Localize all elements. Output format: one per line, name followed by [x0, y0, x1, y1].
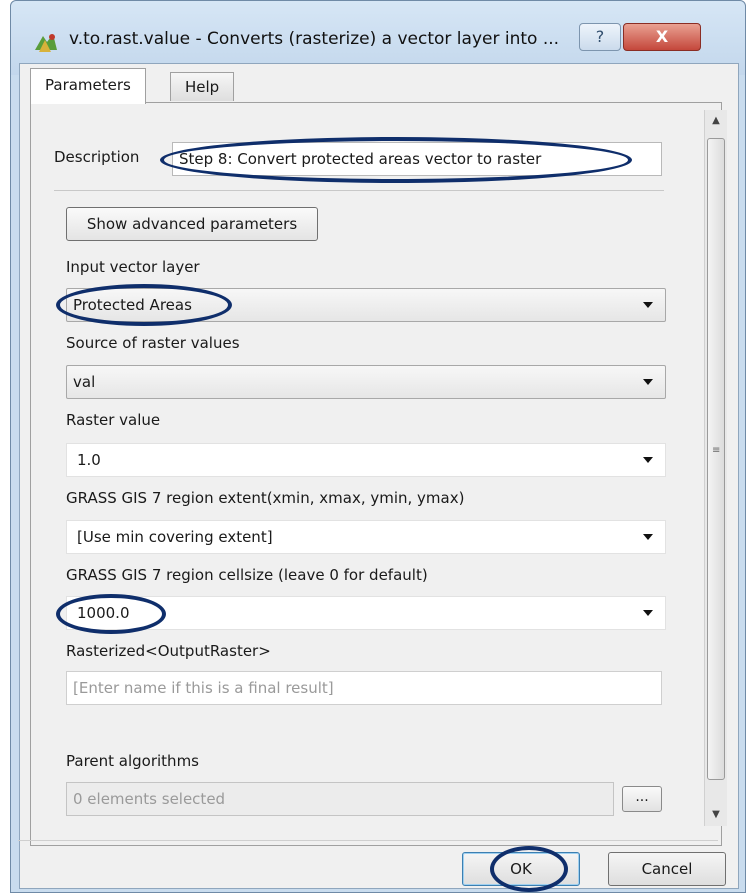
- raster-value: 1.0: [77, 451, 101, 469]
- close-icon[interactable]: X: [623, 23, 701, 51]
- parent-algorithms-browse-button[interactable]: ...: [622, 786, 662, 812]
- window-title: v.to.rast.value - Converts (rasterize) a…: [69, 29, 560, 49]
- dropdown-arrow-icon: [643, 457, 653, 463]
- vertical-scrollbar[interactable]: ▲ ≡ ▼: [704, 110, 727, 826]
- source-label: Source of raster values: [66, 334, 240, 352]
- tab-help[interactable]: Help: [170, 72, 235, 101]
- cellsize-input[interactable]: 1000.0: [66, 596, 666, 630]
- ok-button[interactable]: OK: [462, 852, 580, 886]
- scroll-up-icon[interactable]: ▲: [705, 110, 727, 132]
- cellsize-value: 1000.0: [77, 604, 130, 622]
- input-vector-select[interactable]: Protected Areas: [66, 288, 666, 322]
- output-raster-input[interactable]: [Enter name if this is a final result]: [66, 671, 662, 705]
- dropdown-arrow-icon: [643, 610, 653, 616]
- output-label: Rasterized<OutputRaster>: [66, 642, 271, 660]
- cancel-button[interactable]: Cancel: [608, 852, 726, 886]
- description-input[interactable]: Step 8: Convert protected areas vector t…: [172, 142, 662, 176]
- dropdown-arrow-icon: [643, 534, 653, 540]
- raster-value-input[interactable]: 1.0: [66, 443, 666, 477]
- input-vector-label: Input vector layer: [66, 258, 200, 276]
- scroll-thumb[interactable]: ≡: [707, 138, 725, 780]
- grip-icon: ≡: [712, 445, 721, 456]
- raster-value-label: Raster value: [66, 411, 161, 429]
- region-extent-value: [Use min covering extent]: [77, 528, 273, 546]
- dropdown-arrow-icon: [643, 302, 653, 308]
- scroll-down-icon[interactable]: ▼: [705, 804, 727, 826]
- parent-algorithms-label: Parent algorithms: [66, 752, 199, 770]
- show-advanced-button[interactable]: Show advanced parameters: [66, 207, 318, 241]
- divider: [18, 840, 718, 841]
- divider: [54, 190, 664, 191]
- tab-parameters[interactable]: Parameters: [30, 68, 146, 104]
- source-select[interactable]: val: [66, 365, 666, 399]
- region-extent-input[interactable]: [Use min covering extent]: [66, 520, 666, 554]
- source-value: val: [73, 373, 96, 391]
- input-vector-value: Protected Areas: [73, 296, 192, 314]
- help-icon[interactable]: ?: [579, 23, 621, 51]
- dropdown-arrow-icon: [643, 379, 653, 385]
- cellsize-label: GRASS GIS 7 region cellsize (leave 0 for…: [66, 566, 428, 584]
- description-label: Description: [54, 148, 140, 166]
- qgis-app-icon: [35, 34, 57, 52]
- region-extent-label: GRASS GIS 7 region extent(xmin, xmax, ym…: [66, 489, 465, 507]
- parent-algorithms-field[interactable]: 0 elements selected: [66, 782, 614, 816]
